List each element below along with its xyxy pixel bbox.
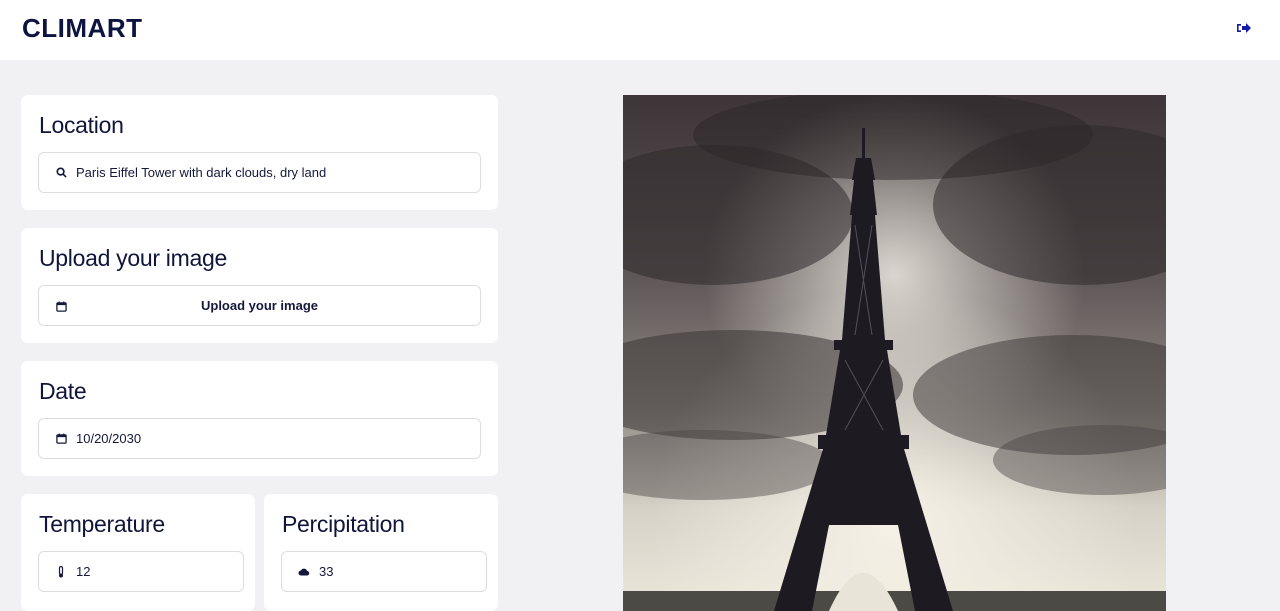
temperature-input[interactable]: 12	[38, 551, 244, 592]
top-bar: CLIMART	[0, 0, 1280, 60]
cloud-icon	[298, 566, 310, 578]
date-title: Date	[39, 378, 87, 404]
temperature-card: Temperature 12	[21, 494, 255, 611]
location-card: Location Paris Eiffel Tower with dark cl…	[21, 95, 498, 210]
calendar-icon	[55, 300, 67, 312]
logout-icon[interactable]	[1236, 20, 1252, 36]
upload-image-button[interactable]: Upload your image	[38, 285, 481, 326]
calendar-icon	[55, 433, 67, 445]
generated-image	[623, 95, 1166, 611]
date-input[interactable]: 10/20/2030	[38, 418, 481, 459]
location-title: Location	[39, 112, 124, 138]
date-card: Date 10/20/2030	[21, 361, 498, 476]
search-icon	[55, 167, 67, 179]
upload-title: Upload your image	[39, 245, 227, 271]
temperature-title: Temperature	[39, 511, 165, 537]
precipitation-value: 33	[319, 564, 334, 579]
precipitation-card: Percipitation 33	[264, 494, 498, 611]
location-search-input[interactable]: Paris Eiffel Tower with dark clouds, dry…	[38, 152, 481, 193]
location-search-value: Paris Eiffel Tower with dark clouds, dry…	[76, 165, 327, 180]
upload-card: Upload your image Upload your image	[21, 228, 498, 343]
thermometer-icon	[55, 565, 67, 578]
date-value: 10/20/2030	[76, 431, 142, 446]
temperature-value: 12	[76, 564, 91, 579]
upload-image-label: Upload your image	[200, 298, 319, 313]
brand-logo: CLIMART	[22, 13, 143, 43]
precipitation-title: Percipitation	[282, 511, 405, 537]
precipitation-input[interactable]: 33	[281, 551, 487, 592]
